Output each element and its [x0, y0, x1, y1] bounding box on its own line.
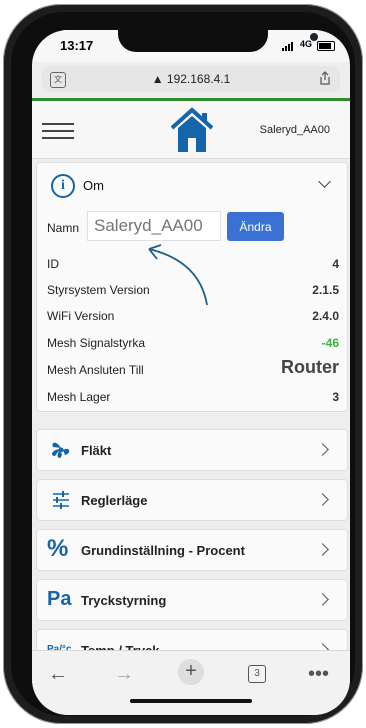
menu-item-tryckstyrning[interactable]: Pa Tryckstyrning — [36, 579, 348, 621]
info-value: 4 — [332, 257, 339, 271]
chevron-right-icon — [316, 443, 329, 456]
battery-icon — [317, 41, 335, 51]
chevron-right-icon — [316, 593, 329, 606]
change-name-button[interactable]: Ändra — [227, 212, 284, 241]
info-value: 3 — [332, 390, 339, 404]
app-header: Saleryd_AA00 — [32, 101, 350, 159]
share-icon[interactable] — [320, 71, 330, 85]
menu-icon[interactable] — [42, 123, 74, 139]
name-label: Namn — [47, 221, 80, 235]
chevron-right-icon — [316, 493, 329, 506]
new-tab-icon[interactable]: + — [178, 659, 204, 685]
sliders-icon — [53, 491, 69, 509]
menu-item-reglerlage[interactable]: Reglerläge — [36, 479, 348, 521]
info-value: 2.4.0 — [312, 309, 339, 323]
url-text[interactable]: ▲ 192.168.4.1 — [42, 72, 340, 86]
status-bar: 13:17 4G — [32, 30, 350, 62]
info-label: ID — [47, 257, 59, 271]
info-label: WiFi Version — [47, 309, 115, 323]
menu-item-flakt[interactable]: Fläkt — [36, 429, 348, 471]
address-bar[interactable]: 文 ▲ 192.168.4.1 — [42, 66, 340, 92]
info-value: Router — [281, 357, 339, 377]
tabs-icon[interactable]: 3 — [248, 665, 266, 683]
info-row-layer: Mesh Lager 3 — [47, 388, 339, 406]
info-value: -46 — [321, 336, 339, 350]
device-name: Saleryd_AA00 — [259, 124, 330, 136]
info-label: Mesh Lager — [47, 390, 111, 404]
info-row-id: ID 4 — [47, 255, 339, 273]
info-icon: i — [51, 174, 75, 198]
om-section: i Om Namn Ändra ID 4 Styrsystem Version … — [36, 162, 348, 412]
info-row-wifi: WiFi Version 2.4.0 — [47, 307, 339, 325]
browser-toolbar: ← → + 3 ••• — [32, 650, 350, 715]
notch — [118, 30, 318, 52]
forward-icon[interactable]: → — [114, 663, 134, 686]
home-indicator — [130, 699, 252, 703]
more-icon[interactable]: ••• — [308, 663, 329, 686]
menu-label: Grundinställning - Procent — [81, 543, 245, 558]
pascal-icon: Pa — [47, 588, 72, 610]
info-label: Mesh Ansluten Till — [47, 363, 144, 377]
status-time: 13:17 — [60, 38, 94, 53]
screen: 13:17 4G 文 ▲ 192.168.4.1 Saleryd_AA00 i … — [32, 30, 350, 715]
info-label: Mesh Signalstyrka — [47, 336, 146, 350]
menu-label: Tryckstyrning — [81, 593, 167, 608]
info-row-styrsystem: Styrsystem Version 2.1.5 — [47, 281, 339, 299]
om-header[interactable]: i Om — [37, 163, 347, 207]
info-label: Styrsystem Version — [47, 283, 150, 297]
chevron-down-icon[interactable] — [318, 175, 331, 188]
network-type: 4G — [300, 39, 313, 49]
info-row-signal: Mesh Signalstyrka -46 — [47, 334, 339, 352]
percent-icon: % — [47, 535, 69, 562]
chevron-right-icon — [316, 543, 329, 556]
om-title: Om — [83, 178, 104, 193]
info-value: 2.1.5 — [312, 283, 339, 297]
signal-icon — [282, 42, 293, 51]
back-icon[interactable]: ← — [48, 663, 68, 686]
info-row-connected: Mesh Ansluten Till Router — [47, 357, 339, 379]
menu-item-grundinstallning[interactable]: % Grundinställning - Procent — [36, 529, 348, 571]
fan-icon — [52, 442, 70, 458]
home-icon[interactable] — [168, 106, 216, 154]
menu-label: Fläkt — [81, 443, 112, 458]
menu-label: Reglerläge — [81, 493, 148, 508]
